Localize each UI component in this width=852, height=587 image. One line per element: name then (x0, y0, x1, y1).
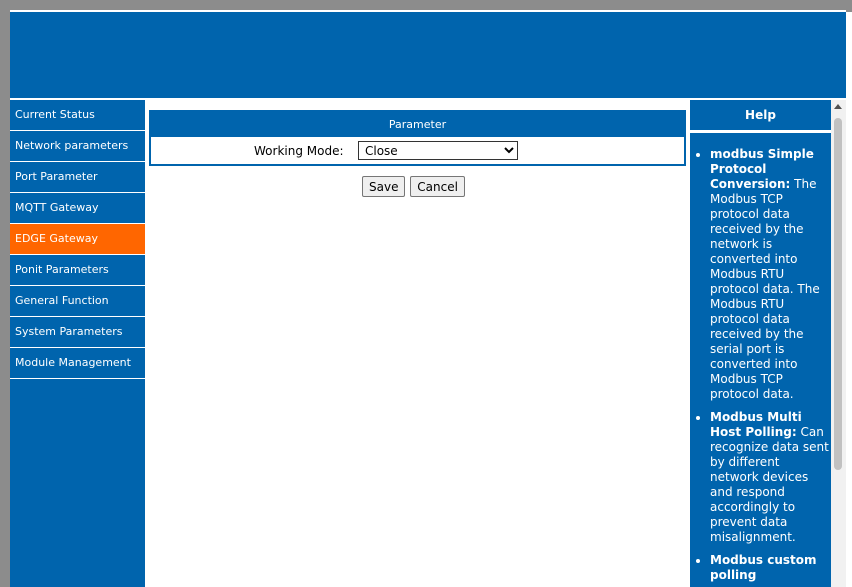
header-banner (10, 12, 846, 98)
sidebar-item-network-parameters[interactable]: Network parameters (10, 131, 145, 162)
sidebar-item-ponit-parameters[interactable]: Ponit Parameters (10, 255, 145, 286)
sidebar-item-system-parameters[interactable]: System Parameters (10, 317, 145, 348)
help-item-text: The Modbus TCP protocol data received by… (710, 177, 820, 401)
sidebar-item-mqtt-gateway[interactable]: MQTT Gateway (10, 193, 145, 224)
main-content: Parameter Working Mode: Close Save Cance… (145, 100, 690, 587)
sidebar-item-module-management[interactable]: Module Management (10, 348, 145, 379)
help-panel: Help modbus Simple Protocol Conversion: … (690, 100, 831, 587)
help-scrollbar[interactable] (831, 100, 846, 587)
frame-right-border (846, 0, 852, 12)
frame-left-border (0, 0, 10, 587)
help-list: modbus Simple Protocol Conversion: The M… (696, 147, 829, 583)
sidebar-item-general-function[interactable]: General Function (10, 286, 145, 317)
parameter-panel-title: Parameter (151, 112, 684, 137)
working-mode-select[interactable]: Close (358, 141, 518, 160)
help-item-term: Modbus custom polling (710, 553, 817, 582)
action-buttons: Save Cancel (362, 176, 466, 197)
help-item: modbus Simple Protocol Conversion: The M… (710, 147, 829, 402)
sidebar-item-edge-gateway[interactable]: EDGE Gateway (10, 224, 145, 255)
sidebar-item-port-parameter[interactable]: Port Parameter (10, 162, 145, 193)
cancel-button[interactable]: Cancel (410, 176, 465, 197)
help-title: Help (690, 100, 831, 133)
help-item-term: Modbus Multi Host Polling: (710, 410, 802, 439)
scroll-up-arrow-icon[interactable] (834, 104, 842, 109)
sidebar-nav: Current Status Network parameters Port P… (10, 100, 145, 587)
help-body: modbus Simple Protocol Conversion: The M… (690, 147, 831, 583)
working-mode-row: Working Mode: Close (151, 137, 684, 164)
help-item: Modbus custom polling (710, 553, 829, 583)
sidebar-item-current-status[interactable]: Current Status (10, 100, 145, 131)
frame-top-border (0, 0, 852, 10)
help-item: Modbus Multi Host Polling: Can recognize… (710, 410, 829, 545)
help-item-text: Can recognize data sent by different net… (710, 425, 829, 544)
working-mode-label: Working Mode: (254, 144, 344, 158)
scrollbar-thumb[interactable] (834, 118, 842, 470)
save-button[interactable]: Save (362, 176, 406, 197)
parameter-panel: Parameter Working Mode: Close (149, 110, 686, 166)
